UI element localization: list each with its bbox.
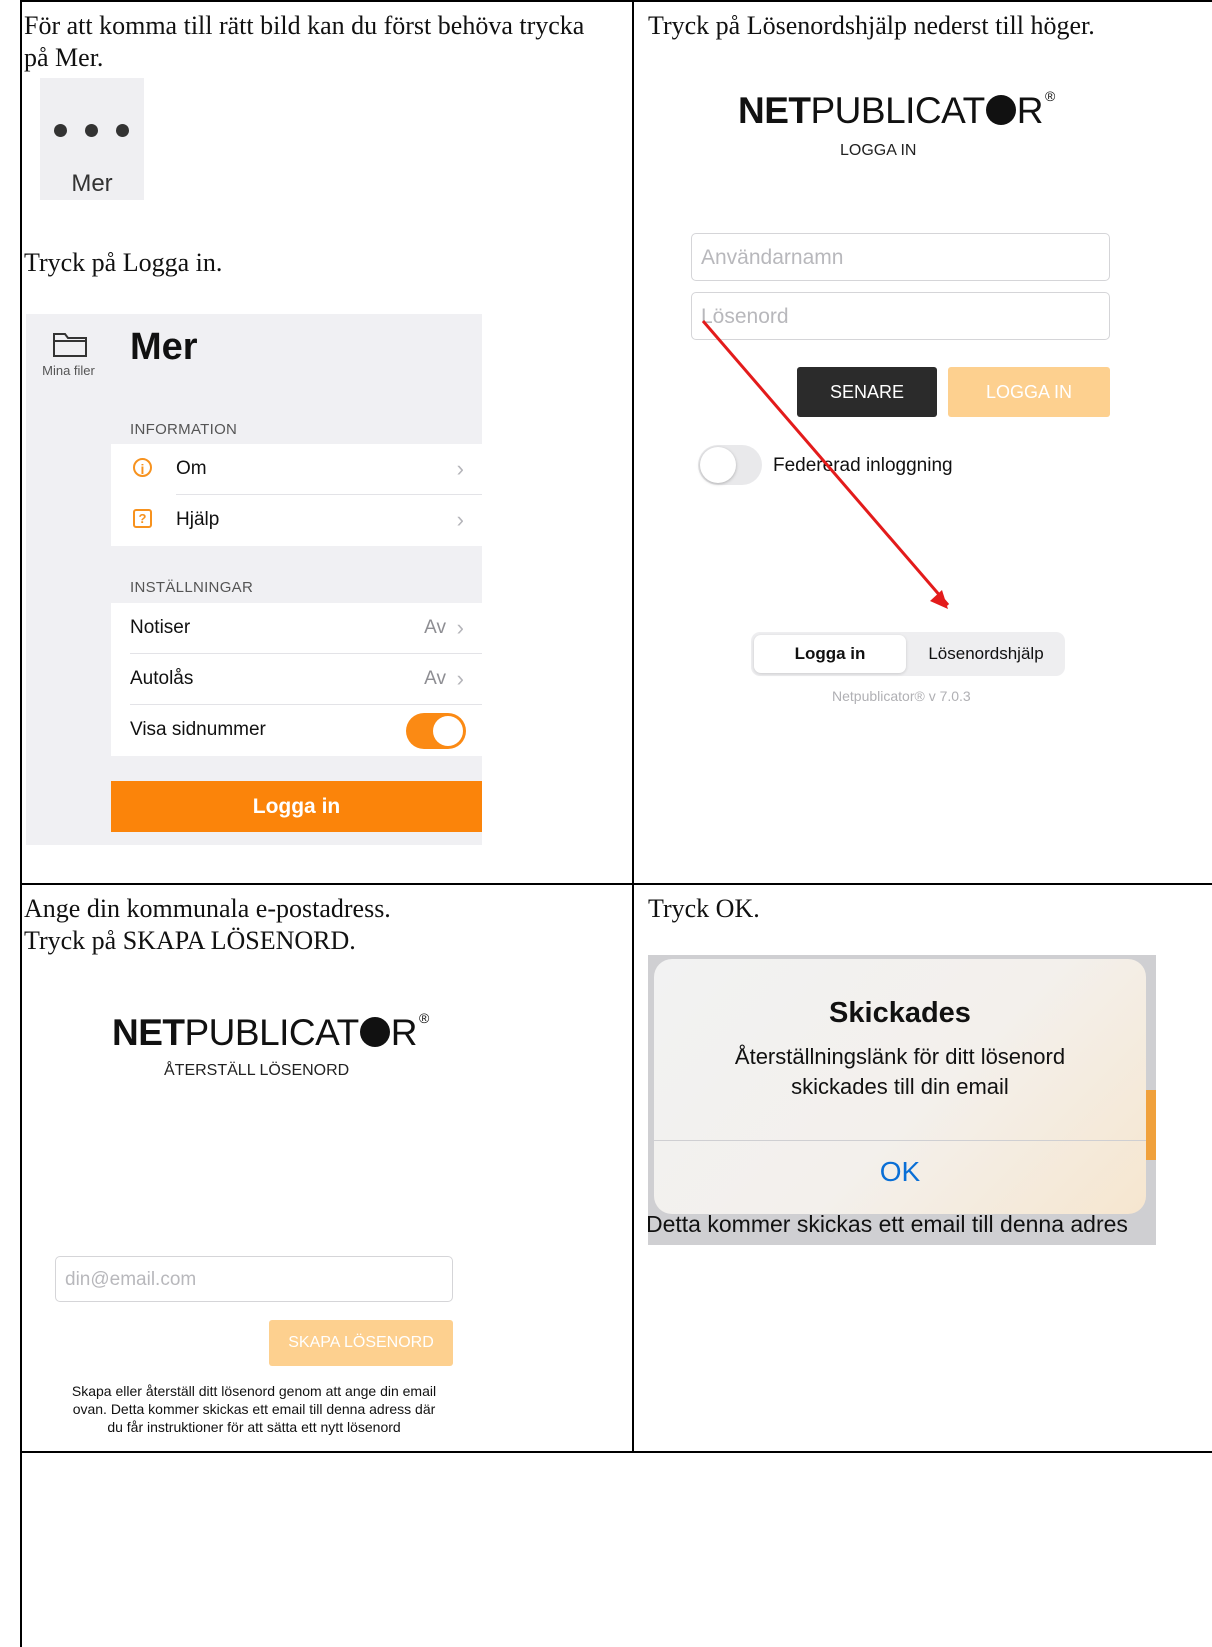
confirmation-dialog-screenshot: Detta kommer skickas ett email till denn… [648,955,1156,1245]
chevron-right-icon: › [456,615,464,640]
cell2-caption: Tryck på Lösenordshjälp nederst till hög… [648,11,1095,40]
version-label: Netpublicator® v 7.0.3 [832,688,971,704]
dialog-separator [654,1140,1146,1141]
mer-title: Mer [130,326,198,368]
table-border-top [20,0,1212,2]
row-notiser-value: Av [424,617,446,638]
tab-losenordshjalp[interactable]: Lösenordshjälp [911,635,1061,673]
more-dots-icon [54,124,130,138]
row-hjalp[interactable]: ? Hjälp › [111,495,482,546]
section-installningar: INSTÄLLNINGAR [130,579,254,596]
chevron-right-icon: › [456,507,464,532]
section-information: INFORMATION [130,421,238,438]
cell3-caption-line2: Tryck på SKAPA LÖSENORD. [24,926,356,955]
sidnummer-toggle[interactable] [406,713,466,749]
cell1-caption2: Tryck på Logga in. [24,248,223,277]
row-sidnummer-label: Visa sidnummer [130,719,266,740]
dialog-title: Skickades [829,997,971,1029]
mer-button[interactable]: Mer [40,78,144,200]
reset-info-text: Skapa eller återställ ditt lösenord geno… [71,1383,437,1435]
login-segmented-control: Logga in Lösenordshjälp [751,632,1065,676]
username-placeholder: Användarnamn [701,246,844,269]
folder-icon[interactable] [52,330,88,358]
help-icon: ? [133,509,152,528]
row-autolas-label: Autolås [130,668,194,689]
globe-icon [985,95,1016,126]
mina-filer-label: Mina filer [42,363,95,378]
red-arrow-annotation [701,320,950,609]
netpublicator-logo: NETPUBLICAT R ® [112,1010,429,1053]
username-input[interactable]: Användarnamn [691,233,1110,281]
netpublicator-logo: NETPUBLICAT R ® [738,88,1055,131]
row-om-label: Om [176,458,207,479]
globe-icon [359,1017,390,1048]
row-notiser-label: Notiser [130,617,191,638]
mer-sidebar: Mina filer [26,314,111,845]
ok-button[interactable]: OK [654,1156,1146,1188]
dialog-message: Återställningslänk för ditt lösenord ski… [734,1044,1066,1099]
table-divider-vertical [632,0,634,1452]
background-text: Detta kommer skickas ett email till denn… [648,1211,1128,1237]
skapa-losenord-button[interactable]: SKAPA LÖSENORD [269,1320,453,1366]
reset-subtitle: ÅTERSTÄLL LÖSENORD [164,1062,350,1079]
row-notiser[interactable]: Notiser Av › [111,603,482,654]
email-input[interactable]: din@email.com [55,1256,453,1302]
mer-panel: Mina filer Mer INFORMATION i Om › ? Hjäl… [26,314,482,845]
table-divider-row1 [20,883,1212,885]
chevron-right-icon: › [456,456,464,481]
logga-in-button[interactable]: Logga in [111,781,482,832]
info-icon: i [133,458,152,477]
row-autolas[interactable]: Autolås Av › [111,654,482,705]
row-om[interactable]: i Om › [111,444,482,495]
chevron-right-icon: › [456,666,464,691]
logga-in-button-disabled[interactable]: LOGGA IN [948,367,1110,417]
row-autolas-value: Av [424,668,446,689]
email-placeholder: din@email.com [65,1269,197,1290]
cell4-caption: Tryck OK. [648,894,760,923]
cell3-caption-line1: Ange din kommunala e-postadress. [24,894,391,923]
table-border-left [20,0,22,1647]
row-visa-sidnummer: Visa sidnummer [111,705,482,756]
cell1-caption: För att komma till rätt bild kan du förs… [24,11,585,72]
table-divider-row2 [20,1451,1212,1453]
login-subtitle: LOGGA IN [840,142,917,159]
mer-button-label: Mer [71,170,113,197]
row-hjalp-label: Hjälp [176,509,220,530]
tab-logga-in[interactable]: Logga in [754,635,906,673]
alert-dialog: Skickades Återställningslänk för ditt lö… [654,959,1146,1214]
